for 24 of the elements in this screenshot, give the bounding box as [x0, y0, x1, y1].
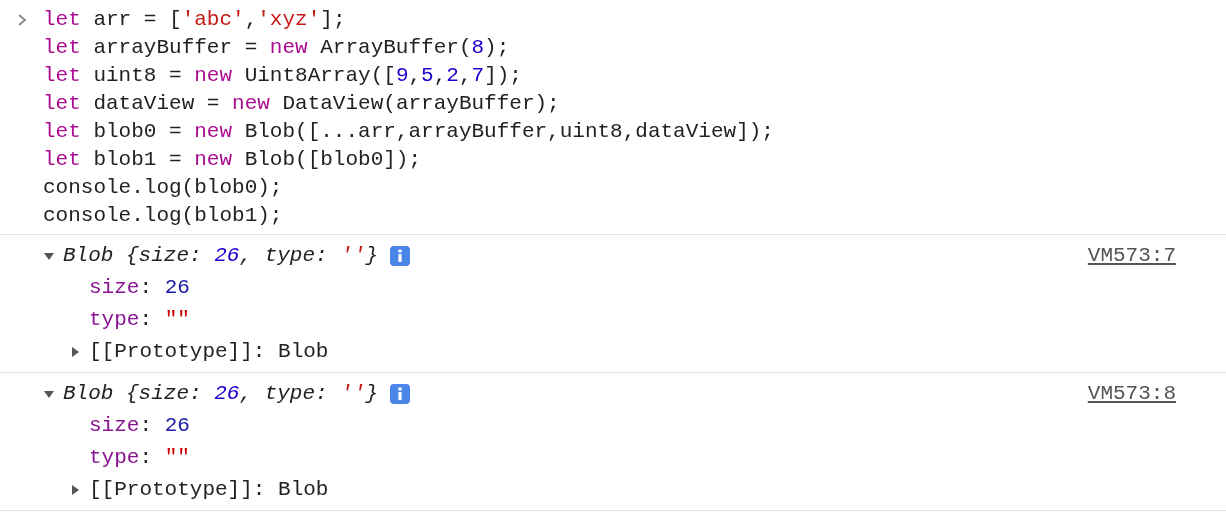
code-line: let blob0 = new Blob([...arr,arrayBuffer,uint8,dataView]); — [43, 119, 774, 145]
code-line: console.log(blob0); — [43, 175, 284, 201]
source-link[interactable]: VM573:8 — [1087, 378, 1176, 410]
expanded-triangle-icon[interactable] — [43, 388, 55, 400]
code-line: console.log(blob1); — [43, 203, 284, 229]
object-summary: Blob {size: 26, type: ''} — [63, 381, 379, 408]
code-line: let uint8 = new Uint8Array([9,5,2,7]); — [43, 63, 523, 89]
info-icon[interactable] — [390, 246, 411, 266]
property-line: [[Prototype]]: Blob — [89, 477, 329, 504]
code-line: let arr = ['abc','xyz']; — [43, 7, 347, 33]
expanded-triangle-icon[interactable] — [43, 250, 55, 262]
property-line: type: "" — [89, 445, 190, 472]
collapsed-triangle-icon[interactable] — [69, 484, 81, 496]
collapsed-triangle-icon[interactable] — [69, 346, 81, 358]
object-summary: Blob {size: 26, type: ''} — [63, 243, 379, 270]
source-link[interactable]: VM573:7 — [1087, 240, 1176, 272]
code-line: let dataView = new DataView(arrayBuffer); — [43, 91, 561, 117]
code-line: let arrayBuffer = new ArrayBuffer(8); — [43, 35, 511, 61]
code-line: let blob1 = new Blob([blob0]); — [43, 147, 423, 173]
property-line: size: 26 — [89, 413, 190, 440]
info-icon[interactable] — [390, 384, 411, 404]
property-line: type: "" — [89, 307, 190, 334]
property-line: [[Prototype]]: Blob — [89, 339, 329, 366]
property-line: size: 26 — [89, 275, 190, 302]
